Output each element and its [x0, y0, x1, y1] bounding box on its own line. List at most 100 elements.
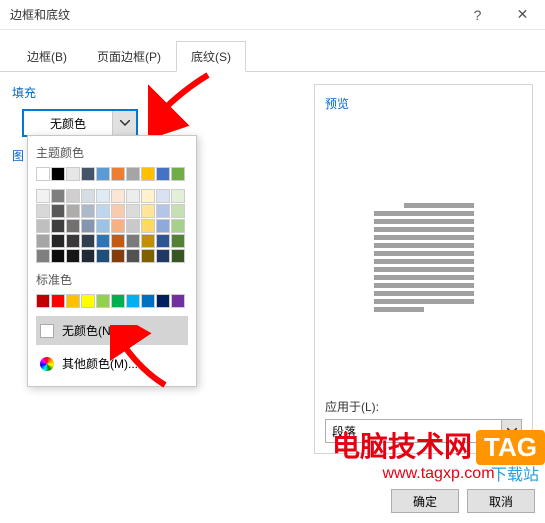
color-swatch[interactable]	[126, 167, 140, 181]
color-swatch[interactable]	[111, 189, 125, 203]
apply-dropdown-button[interactable]	[501, 420, 521, 442]
color-swatch[interactable]	[66, 219, 80, 233]
color-swatch[interactable]	[171, 219, 185, 233]
color-swatch[interactable]	[81, 219, 95, 233]
tab-page-borders[interactable]: 页面边框(P)	[82, 41, 176, 72]
fill-color-select[interactable]: 无颜色	[22, 109, 138, 137]
no-color-option[interactable]: 无颜色(N)	[36, 316, 188, 345]
color-swatch[interactable]	[81, 189, 95, 203]
color-swatch[interactable]	[141, 204, 155, 218]
color-swatch[interactable]	[141, 294, 155, 308]
color-swatch[interactable]	[66, 249, 80, 263]
preview-pane: 预览 应用于(L): 段落	[314, 84, 533, 454]
color-swatch[interactable]	[81, 294, 95, 308]
color-swatch[interactable]	[171, 249, 185, 263]
color-swatch[interactable]	[81, 249, 95, 263]
color-swatch[interactable]	[126, 219, 140, 233]
color-swatch[interactable]	[156, 189, 170, 203]
color-swatch[interactable]	[36, 294, 50, 308]
color-swatch[interactable]	[51, 189, 65, 203]
window-controls: ? ✕	[455, 0, 545, 30]
color-swatch[interactable]	[171, 204, 185, 218]
color-swatch[interactable]	[141, 219, 155, 233]
standard-colors-title: 标准色	[36, 271, 188, 288]
ok-button[interactable]: 确定	[391, 489, 459, 513]
tab-borders[interactable]: 边框(B)	[12, 41, 82, 72]
color-swatch[interactable]	[81, 234, 95, 248]
color-swatch[interactable]	[51, 167, 65, 181]
color-swatch[interactable]	[51, 219, 65, 233]
color-swatch[interactable]	[111, 294, 125, 308]
color-swatch[interactable]	[36, 234, 50, 248]
more-colors-option[interactable]: 其他颜色(M)...	[36, 349, 188, 378]
color-swatch[interactable]	[36, 189, 50, 203]
titlebar: 边框和底纹 ? ✕	[0, 0, 545, 30]
color-swatch[interactable]	[66, 189, 80, 203]
theme-color-row	[36, 167, 188, 181]
color-swatch[interactable]	[111, 249, 125, 263]
tab-shading[interactable]: 底纹(S)	[176, 41, 246, 72]
color-swatch[interactable]	[156, 204, 170, 218]
color-swatch[interactable]	[36, 249, 50, 263]
color-swatch[interactable]	[96, 294, 110, 308]
fill-label: 填充	[12, 84, 302, 101]
dialog-footer: 确定 取消	[391, 489, 535, 513]
color-swatch[interactable]	[171, 294, 185, 308]
color-swatch[interactable]	[126, 249, 140, 263]
color-swatch[interactable]	[171, 189, 185, 203]
chevron-down-icon	[507, 428, 517, 434]
color-swatch[interactable]	[141, 167, 155, 181]
theme-colors-title: 主题颜色	[36, 144, 188, 161]
color-swatch[interactable]	[36, 204, 50, 218]
color-swatch[interactable]	[81, 204, 95, 218]
color-picker-popup: 主题颜色 标准色 无颜色(N) 其他颜色(M)...	[27, 135, 197, 387]
color-swatch[interactable]	[81, 167, 95, 181]
color-swatch[interactable]	[156, 219, 170, 233]
preview-label: 预览	[325, 95, 522, 112]
close-button[interactable]: ✕	[500, 0, 545, 30]
color-swatch[interactable]	[66, 294, 80, 308]
color-swatch[interactable]	[156, 294, 170, 308]
color-swatch[interactable]	[126, 189, 140, 203]
color-swatch[interactable]	[51, 234, 65, 248]
apply-value: 段落	[326, 423, 501, 440]
color-swatch[interactable]	[51, 294, 65, 308]
watermark-extra: 下载站	[491, 461, 539, 485]
cancel-button[interactable]: 取消	[467, 489, 535, 513]
color-swatch[interactable]	[171, 167, 185, 181]
window-title: 边框和底纹	[10, 6, 455, 23]
color-swatch[interactable]	[126, 204, 140, 218]
color-swatch[interactable]	[126, 294, 140, 308]
color-swatch[interactable]	[111, 167, 125, 181]
fill-dropdown-button[interactable]	[112, 111, 136, 135]
color-swatch[interactable]	[66, 204, 80, 218]
apply-select[interactable]: 段落	[325, 419, 522, 443]
color-swatch[interactable]	[96, 189, 110, 203]
color-swatch[interactable]	[111, 204, 125, 218]
color-swatch[interactable]	[171, 234, 185, 248]
color-swatch[interactable]	[111, 219, 125, 233]
color-swatch[interactable]	[141, 234, 155, 248]
color-swatch[interactable]	[111, 234, 125, 248]
color-swatch[interactable]	[141, 249, 155, 263]
color-swatch[interactable]	[126, 234, 140, 248]
color-swatch[interactable]	[156, 249, 170, 263]
color-swatch[interactable]	[141, 189, 155, 203]
color-swatch[interactable]	[96, 204, 110, 218]
help-button[interactable]: ?	[455, 0, 500, 30]
more-colors-label: 其他颜色(M)...	[62, 355, 138, 372]
color-swatch[interactable]	[96, 219, 110, 233]
color-swatch[interactable]	[36, 167, 50, 181]
color-swatch[interactable]	[66, 167, 80, 181]
no-color-swatch	[40, 324, 54, 338]
color-swatch[interactable]	[36, 219, 50, 233]
color-swatch[interactable]	[96, 249, 110, 263]
color-swatch[interactable]	[66, 234, 80, 248]
color-swatch[interactable]	[51, 249, 65, 263]
color-swatch[interactable]	[156, 167, 170, 181]
color-swatch[interactable]	[96, 234, 110, 248]
apply-label: 应用于(L):	[325, 398, 522, 415]
color-swatch[interactable]	[156, 234, 170, 248]
color-swatch[interactable]	[51, 204, 65, 218]
color-swatch[interactable]	[96, 167, 110, 181]
